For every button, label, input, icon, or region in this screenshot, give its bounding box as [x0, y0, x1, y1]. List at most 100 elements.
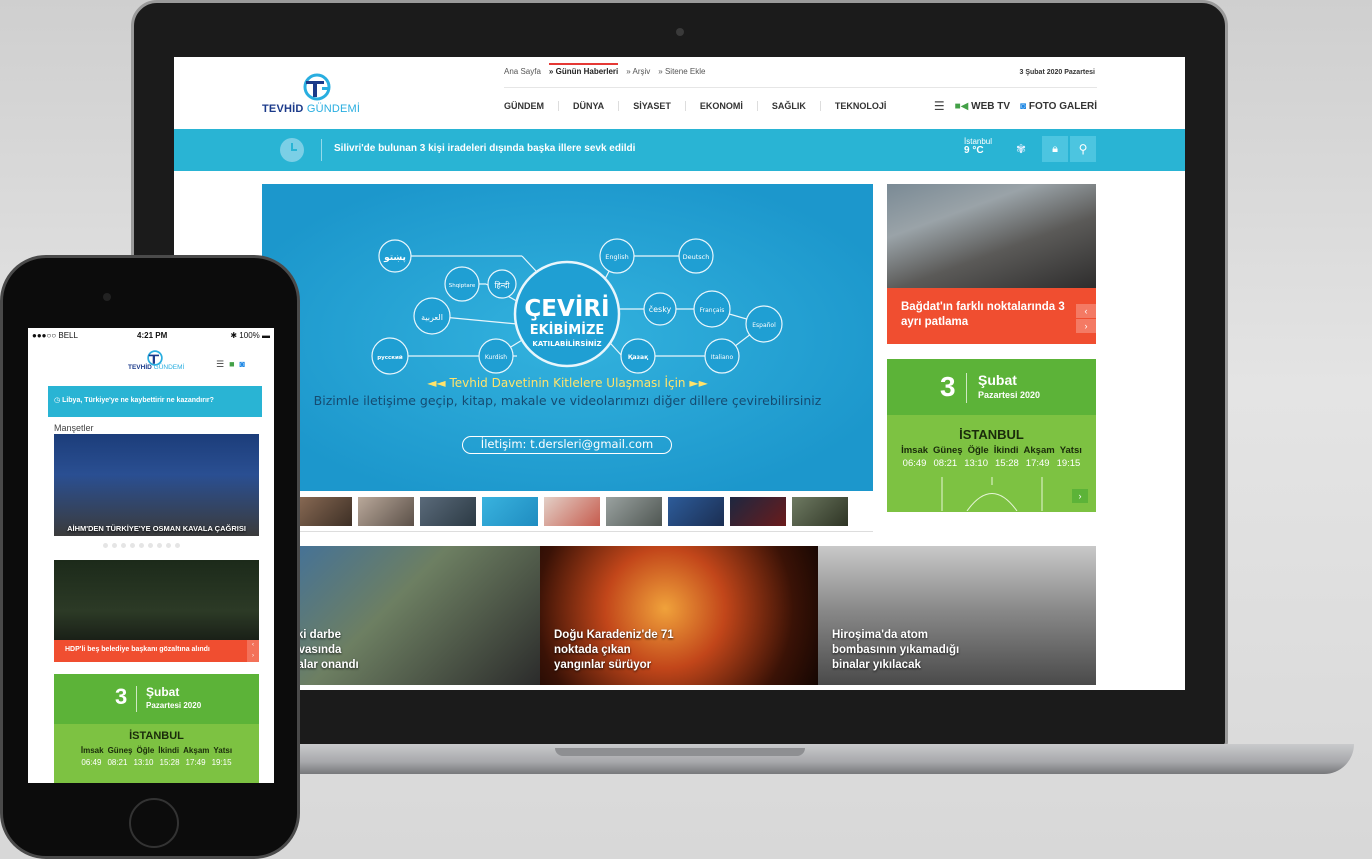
prayer-time: 13:10 [964, 458, 988, 469]
prayer-next-button[interactable]: › [1072, 489, 1088, 503]
menu-icon[interactable]: ☰ [216, 359, 224, 370]
ticker-headline[interactable]: Silivri'de bulunan 3 kişi iradeleri dışı… [334, 143, 635, 154]
prayer-divider [966, 373, 967, 403]
side-news-arrows: ‹ › [1076, 304, 1096, 334]
lang-spanish: Español [752, 322, 776, 329]
logo-text: TEVHİD GÜNDEMİ [262, 103, 360, 115]
photo-gallery-button[interactable]: ◙ FOTO GALERİ [1020, 101, 1097, 112]
slider-dot[interactable] [112, 543, 117, 548]
prayer-time: 17:49 [185, 758, 206, 767]
nav-gundem[interactable]: GÜNDEM [504, 101, 559, 111]
lock-icon[interactable]: 🔒︎ [1042, 136, 1068, 162]
headline-slider[interactable]: پښتو Shqiptare हिन्दी العربية русский Ku… [262, 184, 873, 491]
slider-dot[interactable] [130, 543, 135, 548]
slider-subline: Bizimle iletişime geçip, kitap, makale v… [313, 393, 822, 408]
prayer-name: Öğle [136, 746, 155, 755]
bottom-news-strip: urfa'daki darbe simi davasında len cezal… [262, 546, 1096, 685]
prayer-name: İmsak [80, 746, 104, 755]
prayer-name: Yatsı [1059, 445, 1082, 456]
nav-dunya[interactable]: DÜNYA [559, 101, 620, 111]
mobile-news-card[interactable]: HDP'li beş belediye başkanı gözaltına al… [54, 560, 259, 662]
bottom-news-title: Hiroşima'da atom bombasının yıkamadığı b… [832, 629, 960, 671]
mobile-ticker[interactable]: ◷ Libya, Türkiye'ye ne kaybettirir ne ka… [48, 386, 262, 417]
nav-ekonomi[interactable]: EKONOMİ [686, 101, 758, 111]
prayer-time: 13:10 [133, 758, 154, 767]
web-tv-button[interactable]: ■◀ WEB TV [955, 101, 1010, 112]
bottom-news-title: Doğu Karadeniz'de 71 noktada çıkan yangı… [554, 629, 674, 671]
next-arrow-icon[interactable]: › [1076, 319, 1096, 333]
prayer-weekday: Pazartesi 2020 [978, 390, 1041, 400]
battery-percent: 100% [239, 331, 260, 340]
slider-dot[interactable] [103, 543, 108, 548]
slider-thumb[interactable] [296, 497, 352, 526]
slider-dot[interactable] [121, 543, 126, 548]
slider-thumb[interactable] [420, 497, 476, 526]
side-news-card[interactable]: Bağdat'ın farklı noktalarında 3 ayrı pat… [887, 184, 1096, 344]
mobile-headline-card[interactable]: AİHM'DEN TÜRKİYE'YE OSMAN KAVALA ÇAĞRISI [54, 434, 259, 536]
slider-thumb[interactable] [544, 497, 600, 526]
prayer-name: Yatsı [213, 746, 233, 755]
nav-siyaset[interactable]: SİYASET [619, 101, 686, 111]
video-camera-icon[interactable]: ■ [229, 359, 234, 370]
link-home[interactable]: Ana Sayfa [504, 67, 541, 76]
menu-icon[interactable]: ☰ [934, 99, 945, 113]
prayer-name: İmsak [901, 445, 929, 456]
camera-icon[interactable]: ◙ [240, 359, 245, 370]
home-button[interactable] [129, 798, 179, 848]
slider-dot[interactable] [148, 543, 153, 548]
clock-icon [280, 138, 304, 162]
mobile-logo[interactable]: TEVHİD GÜNDEMİ [128, 350, 188, 376]
prayer-time: 06:49 [81, 758, 102, 767]
bottom-news-card[interactable]: Doğu Karadeniz'de 71 noktada çıkan yangı… [540, 546, 818, 685]
prayer-name: İkindi [158, 746, 180, 755]
mobile-prayer-header: 3 Şubat Pazartesi 2020 [54, 674, 259, 724]
web-tv-label: WEB TV [971, 100, 1011, 112]
link-add-site[interactable]: » Sitene Ekle [658, 67, 705, 76]
prayer-header: 3 Şubat Pazartesi 2020 [887, 359, 1096, 415]
prayer-name: Güneş [107, 746, 133, 755]
mobile-logo-text: TEVHİD GÜNDEMİ [128, 364, 184, 371]
slider-word-main: ÇEVİRİ [524, 294, 609, 322]
prayer-name: Öğle [967, 445, 989, 456]
slider-dot[interactable] [139, 543, 144, 548]
logo-main: TEVHİD [262, 103, 304, 115]
link-daily-news[interactable]: » Günün Haberleri [548, 63, 619, 76]
photo-gallery-label: FOTO GALERİ [1028, 100, 1097, 112]
mobile-news-arrows[interactable]: ‹ › [247, 640, 259, 662]
slider-thumb[interactable] [792, 497, 848, 526]
laptop-notch [555, 748, 805, 756]
slider-dot[interactable] [166, 543, 171, 548]
nav-teknoloji[interactable]: TEKNOLOJİ [821, 101, 901, 111]
bottom-news-card[interactable]: Hiroşima'da atom bombasının yıkamadığı b… [818, 546, 1096, 685]
lang-czech: česky [649, 304, 672, 314]
prayer-times: 06:49 08:21 13:10 15:28 17:49 19:15 [887, 458, 1096, 469]
prev-arrow-icon[interactable]: ‹ [1076, 304, 1096, 318]
prayer-time: 08:21 [107, 758, 128, 767]
slider-thumb[interactable] [358, 497, 414, 526]
slider-thumb[interactable] [482, 497, 538, 526]
slider-thumb[interactable] [668, 497, 724, 526]
current-date: 3 Şubat 2020 Pazartesi [1019, 69, 1096, 76]
mosque-silhouette-icon [941, 477, 1043, 511]
link-archive[interactable]: » Arşiv [626, 67, 650, 76]
slider-thumb[interactable] [730, 497, 786, 526]
site-logo[interactable]: TEVHİD GÜNDEMİ [262, 73, 382, 119]
mobile-prayer-widget: 3 Şubat Pazartesi 2020 İSTANBUL İmsak Gü… [54, 674, 259, 783]
lang-arabic: العربية [421, 313, 443, 322]
ticker-divider [321, 139, 322, 161]
search-icon[interactable]: ⚲ [1070, 136, 1096, 162]
slider-dots [103, 543, 180, 548]
lang-french: Français [700, 307, 725, 314]
prayer-city: İSTANBUL [959, 427, 1024, 442]
slider-dot[interactable] [175, 543, 180, 548]
lang-italian: Italiano [711, 354, 734, 361]
lang-german: Deutsch [683, 253, 710, 261]
camera-icon: ◙ [1020, 100, 1027, 112]
mobile-prayer-times: 06:49 08:21 13:10 15:28 17:49 19:15 [54, 758, 259, 767]
prayer-time: 15:28 [159, 758, 180, 767]
slider-thumb[interactable] [606, 497, 662, 526]
bottom-news-card[interactable]: urfa'daki darbe simi davasında len cezal… [262, 546, 540, 685]
nav-saglik[interactable]: SAĞLIK [758, 101, 821, 111]
slider-word-sub: EKİBİMİZE [530, 322, 605, 338]
slider-dot[interactable] [157, 543, 162, 548]
